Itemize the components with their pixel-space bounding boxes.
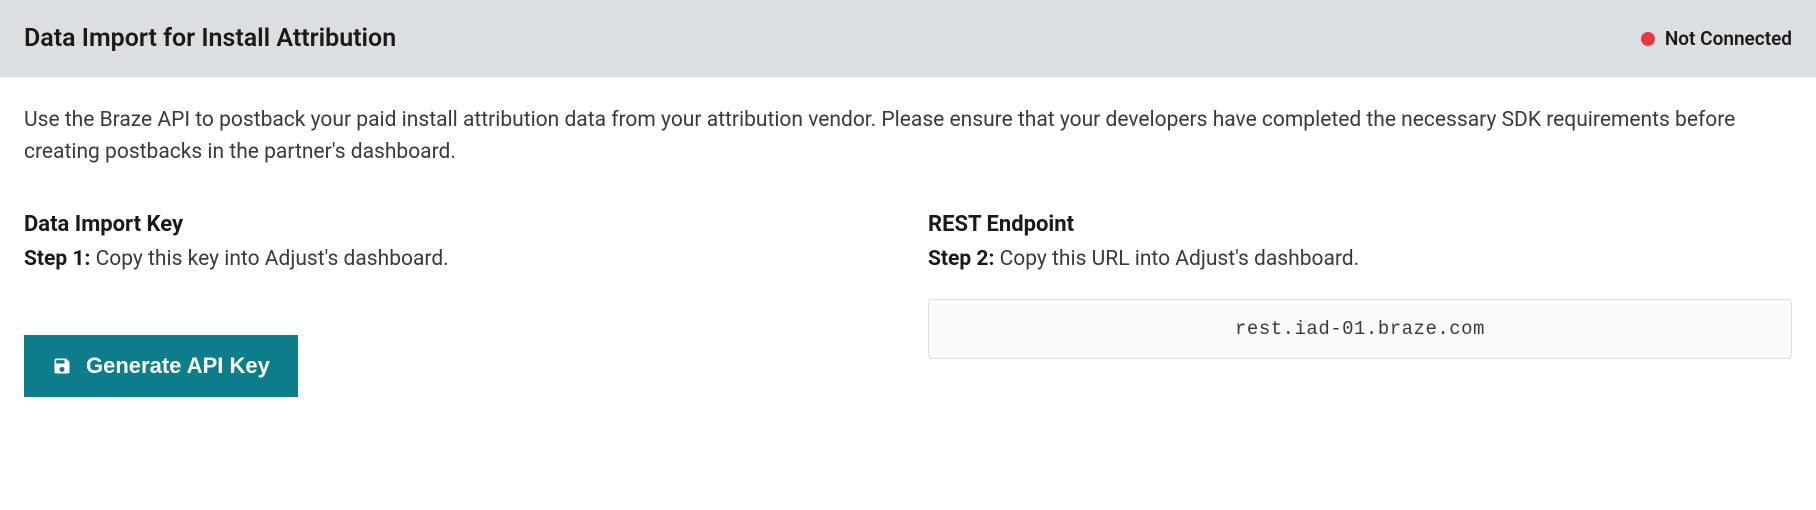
data-import-key-title: Data Import Key <box>24 212 888 237</box>
rest-endpoint-box[interactable]: rest.iad-01.braze.com <box>928 299 1792 359</box>
description-text: Use the Braze API to postback your paid … <box>24 105 1792 168</box>
step-2-text: Copy this URL into Adjust's dashboard. <box>994 247 1359 271</box>
panel-header: Data Import for Install Attribution Not … <box>0 0 1816 77</box>
rest-endpoint-title: REST Endpoint <box>928 212 1792 237</box>
step-1-text: Copy this key into Adjust's dashboard. <box>90 247 448 271</box>
generate-api-key-label: Generate API Key <box>86 353 270 379</box>
rest-endpoint-column: REST Endpoint Step 2: Copy this URL into… <box>928 212 1792 397</box>
columns-container: Data Import Key Step 1: Copy this key in… <box>24 212 1792 397</box>
save-icon <box>52 356 72 376</box>
data-import-key-column: Data Import Key Step 1: Copy this key in… <box>24 212 888 397</box>
step-1-line: Step 1: Copy this key into Adjust's dash… <box>24 247 888 271</box>
generate-api-key-button[interactable]: Generate API Key <box>24 335 298 397</box>
status-text: Not Connected <box>1665 27 1792 50</box>
step-1-label: Step 1: <box>24 247 90 271</box>
step-2-line: Step 2: Copy this URL into Adjust's dash… <box>928 247 1792 271</box>
connection-status-badge: Not Connected <box>1641 27 1792 50</box>
step-2-label: Step 2: <box>928 247 994 271</box>
status-dot-icon <box>1641 32 1655 46</box>
panel-content: Use the Braze API to postback your paid … <box>0 77 1816 425</box>
rest-endpoint-value: rest.iad-01.braze.com <box>1235 318 1485 340</box>
panel-title: Data Import for Install Attribution <box>24 24 396 53</box>
